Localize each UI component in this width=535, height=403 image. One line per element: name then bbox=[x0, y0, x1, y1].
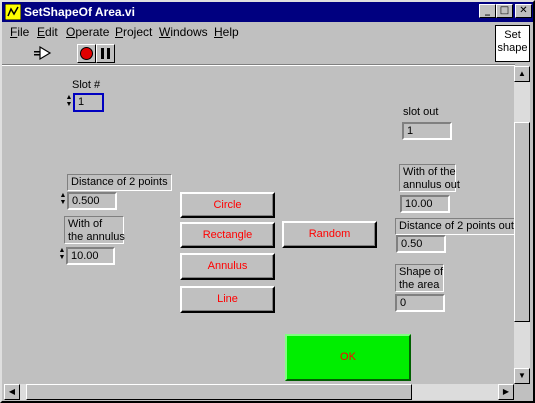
vi-icon-line1: Set bbox=[504, 29, 521, 41]
run-arrow-icon[interactable] bbox=[34, 45, 52, 61]
title-bar: SetShapeOf Area.vi bbox=[2, 2, 533, 22]
resize-grip[interactable] bbox=[514, 384, 530, 400]
slot-out-label: slot out bbox=[403, 106, 439, 118]
window-title: SetShapeOf Area.vi bbox=[24, 5, 135, 19]
shape-label: Shape of the area bbox=[395, 264, 444, 292]
minimize-button[interactable]: _ bbox=[479, 4, 496, 18]
annulus-width-spinner[interactable]: ▲ ▼ bbox=[58, 247, 66, 261]
ok-button[interactable]: OK bbox=[285, 334, 411, 381]
distance-out-indicator: 0.50 bbox=[396, 235, 446, 253]
circle-button[interactable]: Circle bbox=[180, 192, 275, 218]
increment-arrow-icon[interactable]: ▲ bbox=[58, 247, 66, 254]
labview-icon bbox=[5, 4, 21, 20]
slot-label: Slot # bbox=[72, 79, 101, 91]
scroll-up-icon[interactable]: ▲ bbox=[514, 66, 530, 82]
annulus-out-label: With of the annulus out bbox=[399, 164, 460, 192]
annulus-button[interactable]: Annulus bbox=[180, 253, 275, 280]
shape-label-line1: Shape of bbox=[399, 266, 444, 278]
vi-icon-pane: Set shape bbox=[495, 25, 530, 62]
scroll-down-icon[interactable]: ▼ bbox=[514, 368, 530, 384]
annulus-out-label-line2: annulus out bbox=[403, 179, 460, 191]
slot-input[interactable]: 1 bbox=[73, 93, 104, 112]
scroll-left-icon[interactable]: ◀ bbox=[4, 384, 20, 400]
decrement-arrow-icon[interactable]: ▼ bbox=[59, 199, 67, 206]
stop-icon bbox=[80, 47, 93, 60]
shape-indicator: 0 bbox=[395, 294, 445, 312]
horizontal-scrollbar[interactable]: ◀ ▶ bbox=[4, 384, 514, 400]
line-button[interactable]: Line bbox=[180, 286, 275, 313]
menu-windows[interactable]: Windows bbox=[159, 25, 208, 39]
vertical-scrollbar[interactable]: ▲ ▼ bbox=[514, 66, 530, 384]
close-button[interactable]: ✕ bbox=[515, 4, 532, 18]
increment-arrow-icon[interactable]: ▲ bbox=[65, 94, 73, 101]
abort-button[interactable] bbox=[77, 44, 96, 63]
rectangle-button[interactable]: Rectangle bbox=[180, 222, 275, 248]
distance-out-label: Distance of 2 points out bbox=[395, 218, 518, 235]
distance-label: Distance of 2 points bbox=[67, 174, 172, 191]
toolbar-separator bbox=[2, 64, 515, 66]
slot-spinner[interactable]: ▲ ▼ bbox=[65, 94, 73, 108]
menu-file[interactable]: File bbox=[10, 25, 29, 39]
scroll-right-icon[interactable]: ▶ bbox=[498, 384, 514, 400]
pause-button[interactable] bbox=[96, 44, 115, 63]
menu-operate[interactable]: Operate bbox=[66, 25, 109, 39]
menu-help[interactable]: Help bbox=[214, 25, 239, 39]
increment-arrow-icon[interactable]: ▲ bbox=[59, 192, 67, 199]
menu-project[interactable]: Project bbox=[115, 25, 152, 39]
pause-icon bbox=[101, 48, 110, 59]
vertical-scroll-thumb[interactable] bbox=[514, 122, 530, 322]
vi-icon-line2: shape bbox=[497, 42, 528, 54]
distance-input[interactable]: 0.500 bbox=[67, 192, 117, 210]
toolbar bbox=[2, 42, 494, 64]
annulus-width-label: With of the annulus bbox=[64, 216, 125, 244]
decrement-arrow-icon[interactable]: ▼ bbox=[58, 254, 66, 261]
menu-edit[interactable]: Edit bbox=[37, 25, 58, 39]
annulus-width-input[interactable]: 10.00 bbox=[66, 247, 115, 265]
decrement-arrow-icon[interactable]: ▼ bbox=[65, 101, 73, 108]
slot-out-indicator: 1 bbox=[402, 122, 452, 140]
distance-spinner[interactable]: ▲ ▼ bbox=[59, 192, 67, 206]
annulus-width-label-line2: the annulus bbox=[68, 231, 125, 243]
random-button[interactable]: Random bbox=[282, 221, 377, 248]
maximize-button[interactable]: □ bbox=[496, 4, 513, 18]
shape-label-line2: the area bbox=[399, 279, 440, 291]
annulus-out-indicator: 10.00 bbox=[400, 195, 450, 213]
annulus-width-label-line1: With of bbox=[68, 218, 103, 230]
annulus-out-label-line1: With of the bbox=[403, 166, 456, 178]
horizontal-scroll-thumb[interactable] bbox=[26, 384, 412, 400]
